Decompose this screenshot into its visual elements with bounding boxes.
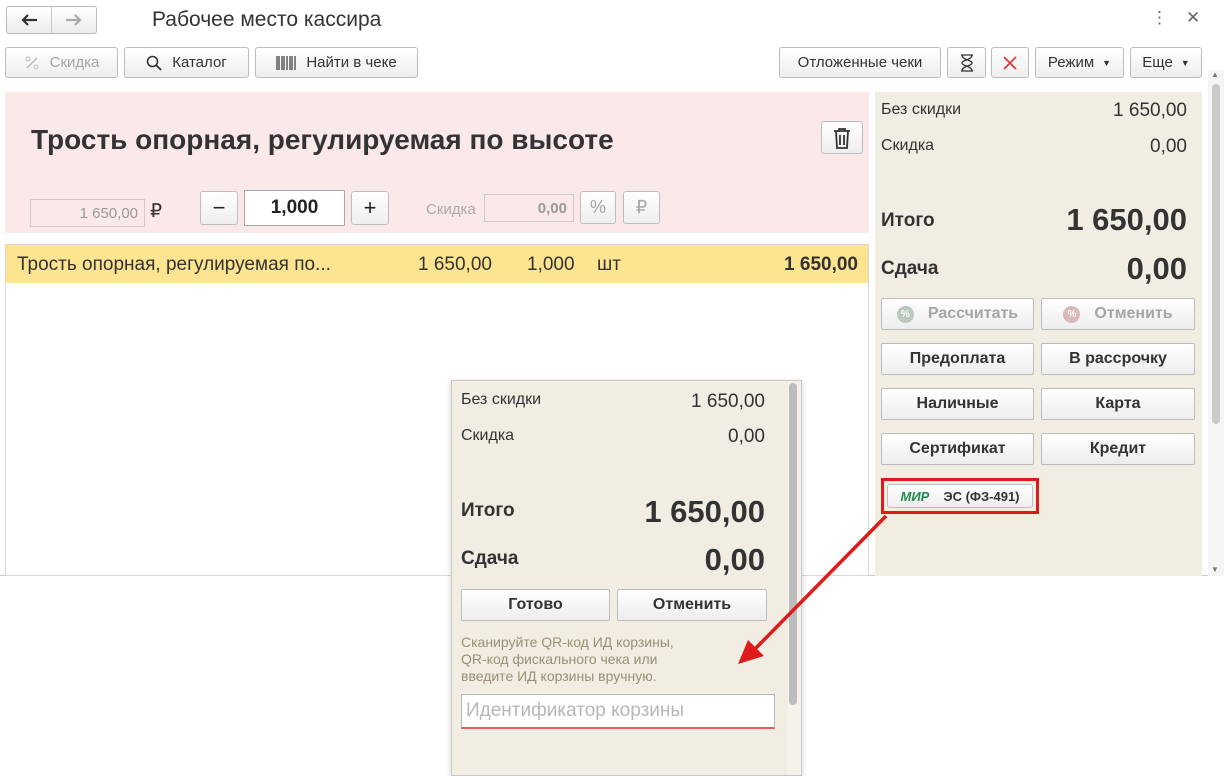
discount-button[interactable]: Скидка — [5, 47, 118, 78]
hourglass-button[interactable] — [947, 47, 986, 78]
close-icon[interactable]: ✕ — [1186, 8, 1200, 28]
row-unit: шт — [597, 254, 621, 275]
more-dropdown[interactable]: Еще ▼ — [1130, 47, 1202, 78]
window-menu-icon[interactable]: ⋮ — [1151, 8, 1168, 28]
done-button[interactable]: Готово — [461, 589, 610, 621]
popup-total-value: 1 650,00 — [644, 494, 765, 529]
popup-change-value: 0,00 — [704, 542, 765, 577]
calculate-button[interactable]: % Рассчитать — [881, 298, 1034, 330]
item-discount-field[interactable]: 0,00 — [484, 194, 574, 222]
red-cross-icon — [1003, 55, 1017, 70]
item-discount-label: Скидка — [426, 201, 476, 218]
increase-qty-button[interactable]: + — [351, 191, 389, 225]
row-qty: 1,000 — [527, 254, 575, 275]
summary-scrollbar[interactable]: ▲ ▼ — [1208, 70, 1224, 576]
deferred-receipts-button[interactable]: Отложенные чеки — [779, 47, 941, 78]
mode-dropdown[interactable]: Режим ▼ — [1035, 47, 1124, 78]
cancel-receipt-button[interactable] — [991, 47, 1029, 78]
percent-icon: % — [1063, 305, 1081, 323]
popup-no-discount-value: 1 650,00 — [691, 391, 765, 412]
price-field[interactable]: 1 650,00 — [30, 199, 145, 227]
chevron-down-icon: ▼ — [1102, 57, 1112, 68]
cancel-payment-button[interactable]: % Отменить — [1041, 298, 1195, 330]
ruble-discount-button[interactable]: ₽ — [623, 191, 660, 224]
installment-button[interactable]: В рассрочку — [1041, 343, 1195, 375]
no-discount-value: 1 650,00 — [1113, 100, 1187, 121]
certificate-button[interactable]: Сертификат — [881, 433, 1034, 465]
current-product-panel: Трость опорная, регулируемая по высоте 1… — [5, 92, 869, 233]
scan-hint: Сканируйте QR-код ИД корзины, QR-код фис… — [461, 634, 674, 684]
currency-sign: ₽ — [150, 201, 163, 222]
discount-value: 0,00 — [1150, 136, 1187, 157]
popup-cancel-button[interactable]: Отменить — [617, 589, 767, 621]
basket-id-input[interactable]: Идентификатор корзины — [461, 694, 775, 729]
scroll-thumb — [1212, 84, 1220, 424]
popup-change-label: Сдача — [461, 548, 519, 569]
find-in-receipt-button[interactable]: Найти в чеке — [255, 47, 418, 78]
scroll-thumb — [789, 383, 797, 705]
change-label: Сдача — [881, 258, 939, 279]
credit-button[interactable]: Кредит — [1041, 433, 1195, 465]
forward-button[interactable] — [52, 7, 96, 33]
prepayment-button[interactable]: Предоплата — [881, 343, 1034, 375]
row-sum: 1 650,00 — [784, 254, 858, 275]
percent-icon — [24, 55, 40, 71]
arrow-left-icon — [21, 14, 37, 26]
search-icon — [146, 55, 162, 71]
product-title: Трость опорная, регулируемая по высоте — [31, 124, 614, 155]
hourglass-icon — [960, 53, 973, 72]
total-value: 1 650,00 — [1066, 202, 1187, 237]
popup-no-discount-label: Без скидки — [461, 391, 542, 408]
row-price: 1 650,00 — [418, 254, 492, 275]
delete-item-button[interactable] — [821, 121, 863, 154]
percent-discount-button[interactable]: % — [580, 191, 616, 224]
popup-discount-value: 0,00 — [728, 426, 765, 447]
popup-scrollbar[interactable] — [787, 381, 801, 775]
total-label: Итого — [881, 210, 935, 231]
discount-label: Скидка — [881, 137, 935, 154]
row-name: Трость опорная, регулируемая по... — [17, 254, 331, 275]
scroll-down-icon: ▼ — [1211, 565, 1219, 574]
arrow-right-icon — [66, 14, 82, 26]
es-payment-popup: Без скидки 1 650,00 Скидка 0,00 Итого 1 … — [451, 380, 802, 776]
change-value: 0,00 — [1126, 251, 1187, 286]
decrease-qty-button[interactable]: − — [200, 191, 238, 225]
catalog-button[interactable]: Каталог — [124, 47, 249, 78]
card-button[interactable]: Карта — [1041, 388, 1195, 420]
quantity-input[interactable]: 1,000 — [244, 190, 345, 226]
annotation-highlight-box — [881, 478, 1039, 514]
window-title: Рабочее место кассира — [152, 8, 382, 31]
percent-icon: % — [896, 305, 914, 323]
trash-icon — [834, 127, 850, 149]
history-nav — [6, 6, 97, 34]
chevron-down-icon: ▼ — [1180, 57, 1190, 68]
barcode-icon — [276, 55, 296, 70]
cash-button[interactable]: Наличные — [881, 388, 1034, 420]
popup-total-label: Итого — [461, 500, 515, 521]
table-row[interactable]: Трость опорная, регулируемая по... 1 650… — [6, 245, 868, 283]
popup-discount-label: Скидка — [461, 427, 515, 444]
back-button[interactable] — [7, 7, 51, 33]
no-discount-label: Без скидки — [881, 101, 962, 118]
scroll-up-icon: ▲ — [1211, 70, 1219, 79]
